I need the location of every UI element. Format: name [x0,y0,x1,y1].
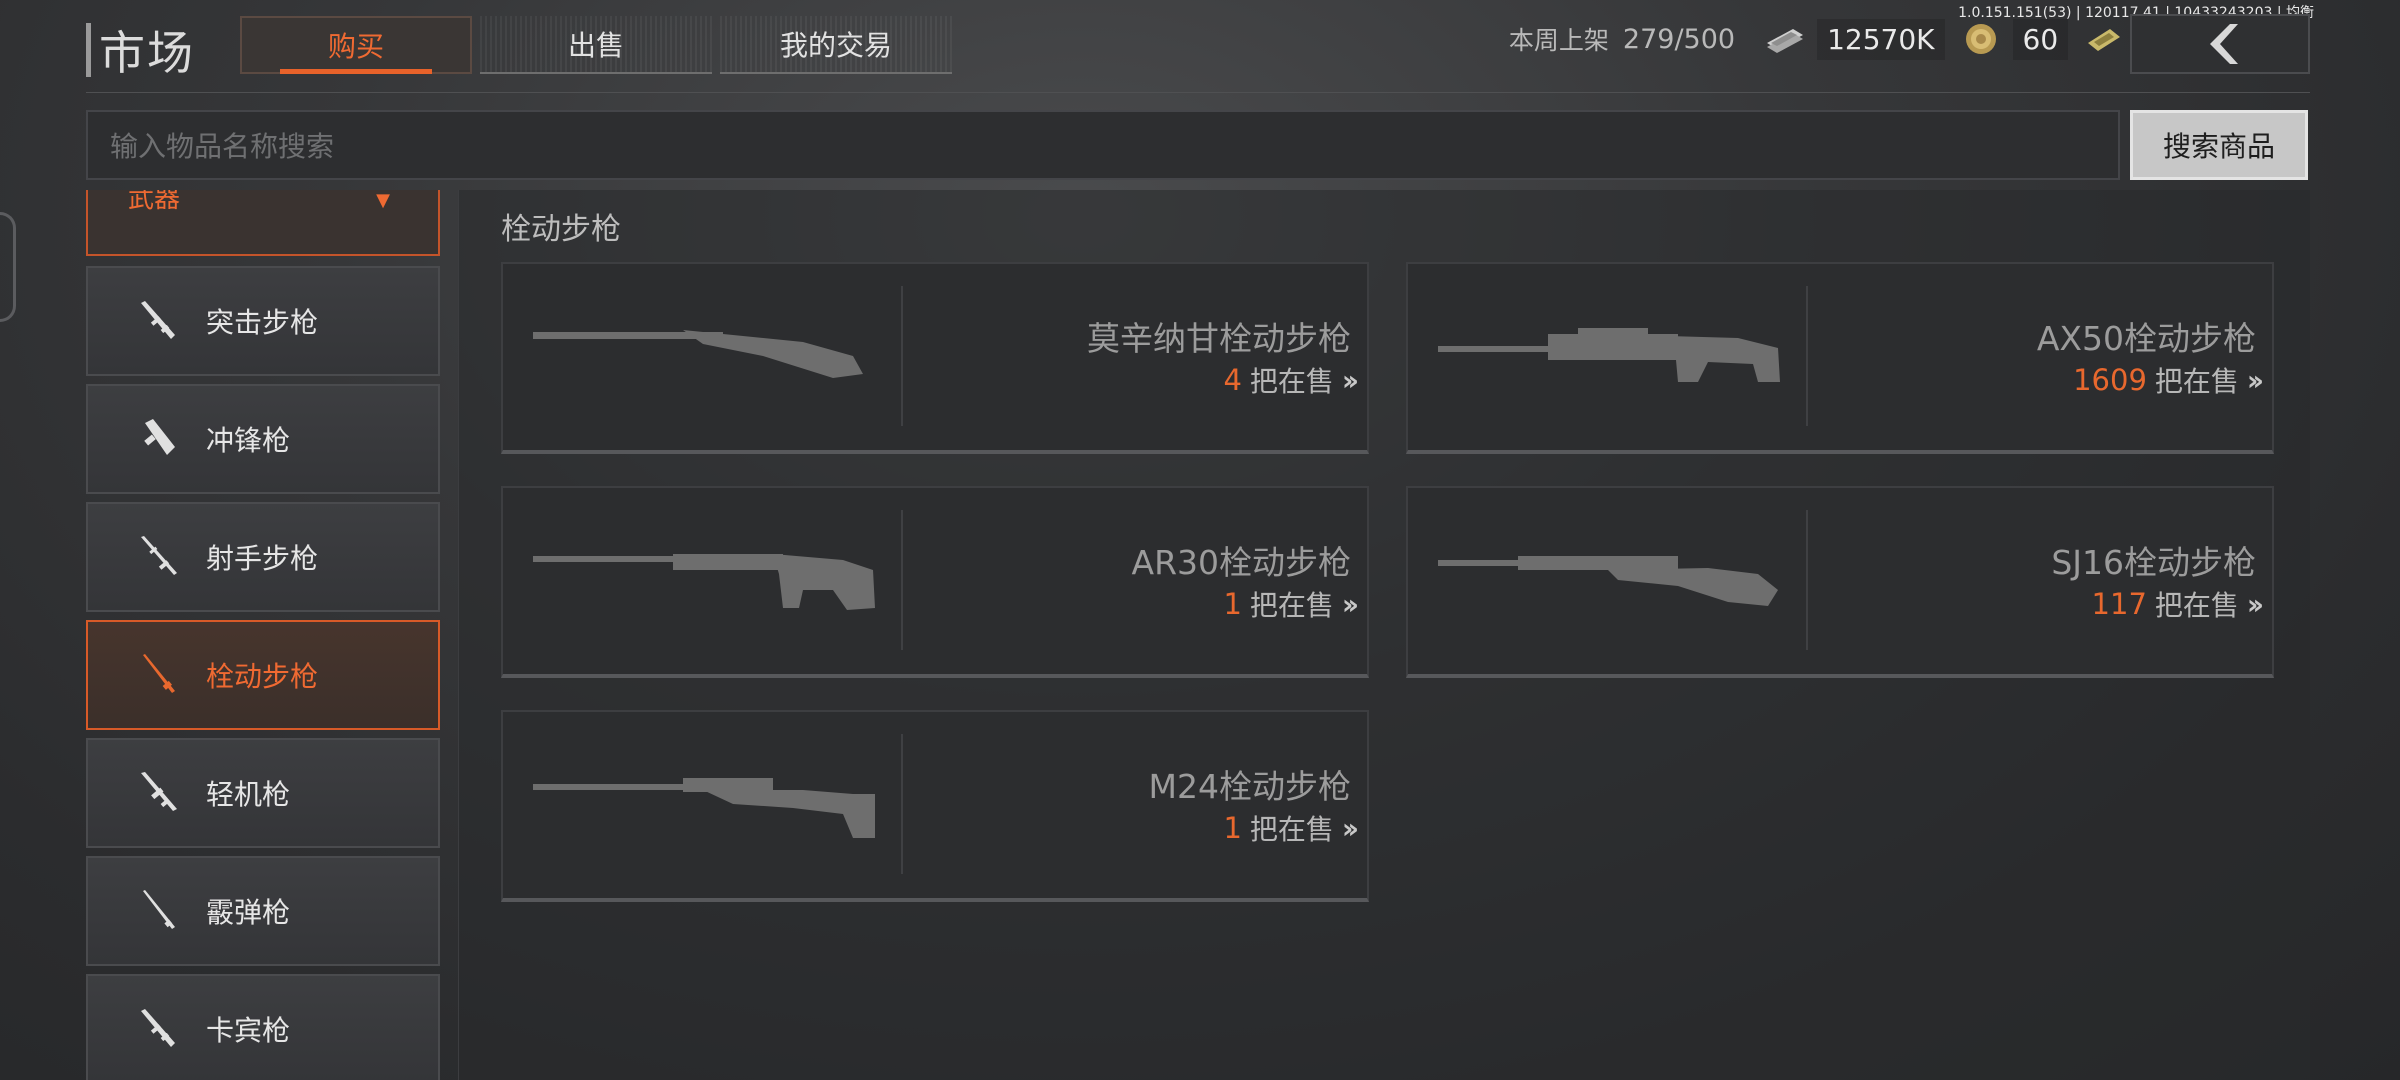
sidebar-item-label: 栓动步枪 [206,660,319,693]
double-chevron-right-icon: ›› [1341,363,1359,397]
ar30-rifle-icon [503,510,903,650]
sidebar-item-label: 霰弹枪 [206,896,291,929]
category-dropdown-label: 武器 [128,190,181,214]
product-card-mosin[interactable]: 莫辛纳甘栓动步枪 4 把在售 ›› [501,262,1369,454]
sidebar-item-label: 轻机枪 [206,778,291,811]
sale-count: 1 [1223,811,1242,845]
product-card-ar30[interactable]: AR30栓动步枪 1 把在售 ›› [501,486,1369,678]
market-tabs: 购买 出售 我的交易 [240,16,952,74]
ax50-rifle-icon [1408,286,1808,426]
chevron-left-icon [2210,24,2238,64]
chevron-down-icon: ▼ [376,190,390,211]
smg-icon [124,415,194,463]
tab-my-trades[interactable]: 我的交易 [720,16,952,74]
sidebar-item-label: 卡宾枪 [206,1014,291,1047]
cash-value: 12570K [1817,18,1945,60]
page-header: 市场 [86,22,195,80]
sidebar-item-label: 突击步枪 [206,306,319,339]
assault-rifle-icon [124,297,194,345]
weekly-listing-label: 本周上架 [1508,26,1609,55]
sale-info: 1 把在售 ›› [1223,808,1359,848]
gold-value: 60 [2012,18,2069,60]
mosin-rifle-icon [503,286,903,426]
sale-count: 117 [2091,587,2147,621]
double-chevron-right-icon: ›› [1341,811,1359,845]
sidebar-item-marksman-rifle[interactable]: 射手步枪 [86,502,440,612]
section-title: 栓动步枪 [501,212,621,247]
sale-unit: 把在售 [1249,365,1334,398]
sale-info: 4 把在售 ›› [1223,360,1359,400]
search-input[interactable]: 输入物品名称搜索 [86,110,2120,180]
title-divider [86,23,91,77]
double-chevron-right-icon: ›› [2246,363,2264,397]
weekly-listing-count: 279/500 [1622,23,1736,55]
product-name: SJ16栓动步枪 [2051,543,2256,582]
sale-unit: 把在售 [1249,813,1334,846]
gold-coin-icon [1959,21,2003,57]
product-card-sj16[interactable]: SJ16栓动步枪 117 把在售 ›› [1406,486,2274,678]
sidebar-item-bolt-action-rifle[interactable]: 栓动步枪 [86,620,440,730]
product-card-ax50[interactable]: AX50栓动步枪 1609 把在售 ›› [1406,262,2274,454]
sidebar-item-lmg[interactable]: 轻机枪 [86,738,440,848]
sale-info: 1609 把在售 ›› [2073,360,2264,400]
sidebar-item-assault-rifle[interactable]: 突击步枪 [86,266,440,376]
sidebar-item-smg[interactable]: 冲锋枪 [86,384,440,494]
tab-sell[interactable]: 出售 [480,16,712,74]
sidebar-item-shotgun[interactable]: 霰弹枪 [86,856,440,966]
bolt-action-rifle-icon [124,651,194,699]
sale-info: 117 把在售 ›› [2091,584,2264,624]
side-drawer-handle[interactable] [0,212,16,322]
category-dropdown[interactable]: 武器 ▼ [86,190,440,256]
category-sidebar: 武器 ▼ 突击步枪 冲锋枪 射手步枪 栓动步枪 轻机枪 霰弹枪 卡宾枪 [86,190,440,1080]
double-chevron-right-icon: ›› [1341,587,1359,621]
product-name: AX50栓动步枪 [2036,319,2256,358]
shotgun-icon [124,887,194,935]
product-card-m24[interactable]: M24栓动步枪 1 把在售 ›› [501,710,1369,902]
product-name: M24栓动步枪 [1148,767,1351,806]
header-divider [86,92,2310,93]
sale-info: 1 把在售 ›› [1223,584,1359,624]
search-button[interactable]: 搜索商品 [2130,110,2308,180]
sidebar-item-label: 冲锋枪 [206,424,291,457]
carbine-icon [124,1005,194,1053]
product-name: AR30栓动步枪 [1131,543,1352,582]
sale-unit: 把在售 [2154,365,2239,398]
page-title: 市场 [99,26,195,80]
voucher-icon [2082,21,2126,57]
back-button[interactable] [2130,14,2310,74]
sidebar-item-carbine[interactable]: 卡宾枪 [86,974,440,1080]
sale-unit: 把在售 [2154,589,2239,622]
double-chevron-right-icon: ›› [2246,587,2264,621]
sale-count: 1 [1223,587,1242,621]
m24-rifle-icon [503,734,903,874]
gold-resource: 60 [1959,18,2069,60]
cash-stack-icon [1763,21,1807,57]
sale-count: 4 [1223,363,1242,397]
sidebar-item-label: 射手步枪 [206,542,319,575]
cash-resource: 12570K [1763,18,1945,60]
tab-buy[interactable]: 购买 [240,16,472,74]
sale-unit: 把在售 [1249,589,1334,622]
resource-bar: 本周上架 279/500 12570K 60 0 [1509,14,2174,64]
product-panel: 栓动步枪 莫辛纳甘栓动步枪 4 把在售 ›› AX50栓动步枪 1609 把在售… [458,190,2310,1080]
sj16-rifle-icon [1408,510,1808,650]
product-name: 莫辛纳甘栓动步枪 [1087,319,1351,358]
sale-count: 1609 [2073,363,2147,397]
lmg-icon [124,769,194,817]
marksman-rifle-icon [124,533,194,581]
